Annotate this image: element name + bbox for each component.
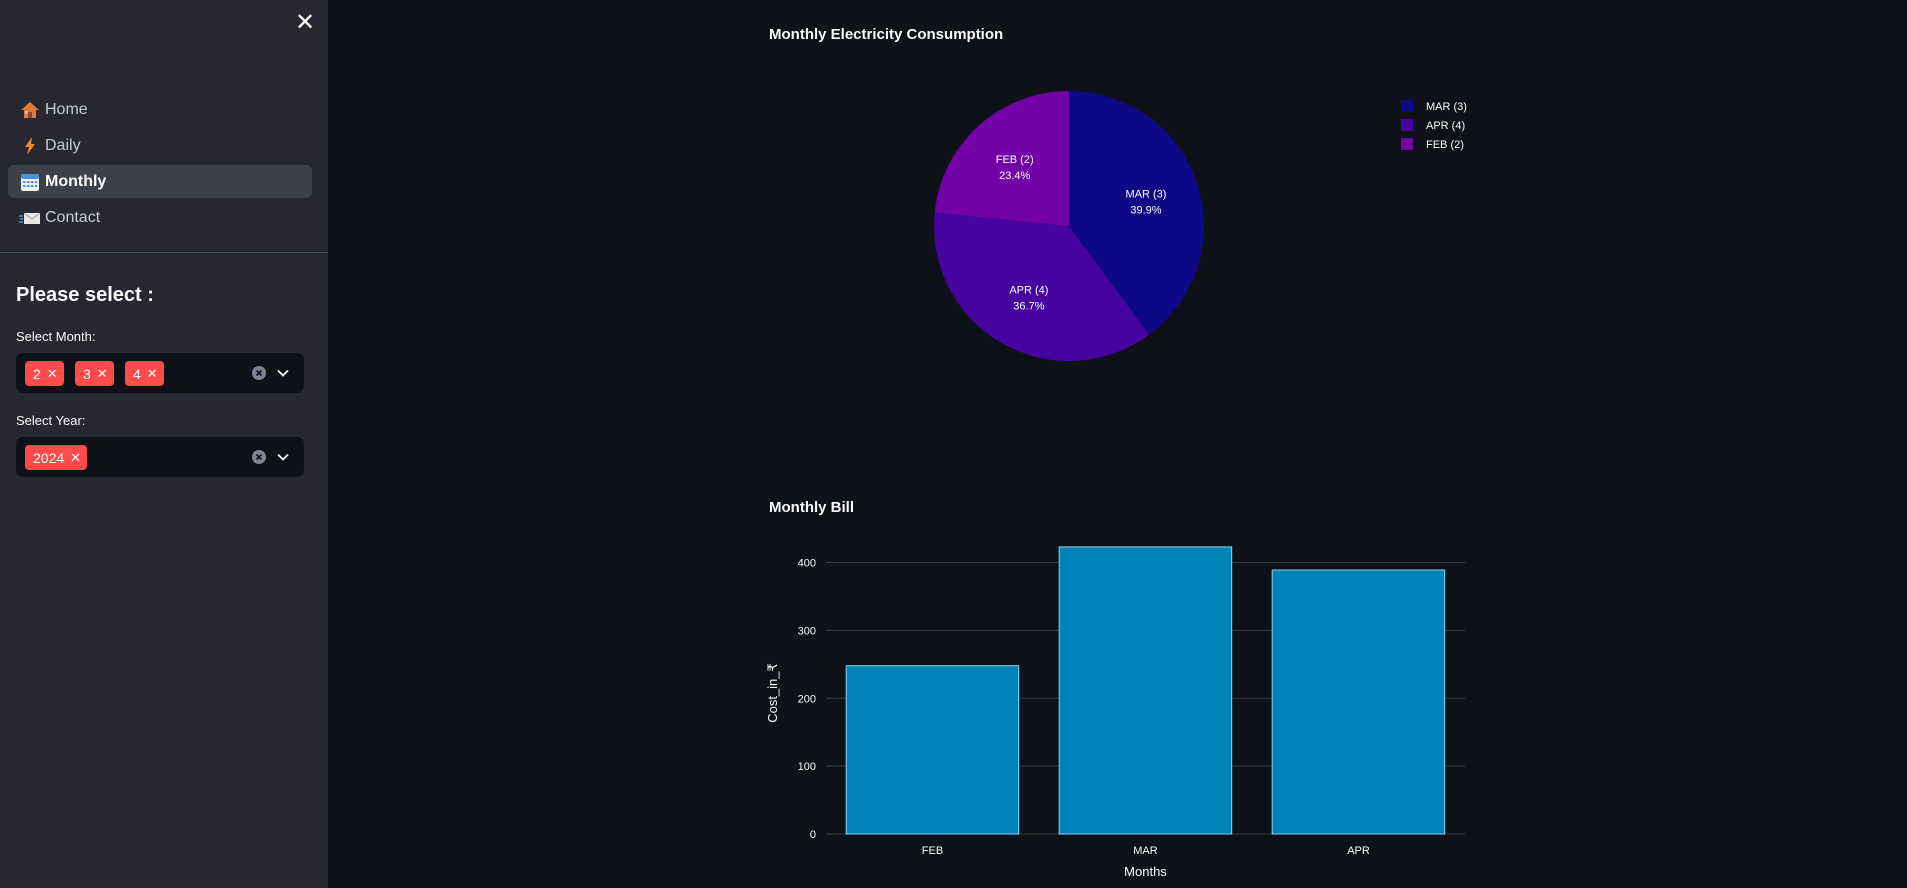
x-tick-label: FEB — [922, 845, 943, 857]
bar-chart[interactable]: 0 100 200 300 400 FEB MAR APR Months Cost_in_₹ — [760, 528, 1480, 888]
filters-title: Please select : — [16, 284, 154, 306]
envelope-icon — [19, 208, 41, 228]
clear-all-icon[interactable] — [252, 366, 266, 380]
pie-chart-title: Monthly Electricity Consumption — [769, 26, 1004, 43]
y-axis-label: Cost_in_₹ — [765, 663, 780, 723]
sidebar-item-monthly[interactable]: Monthly — [8, 165, 312, 198]
x-tick-label: MAR — [1133, 845, 1158, 857]
sidebar-item-label: Monthly — [45, 172, 107, 190]
pie-chart[interactable]: MAR (3) 39.9% APR (4) 36.7% FEB (2) 23.4% MAR … — [769, 60, 1489, 390]
remove-tag-icon[interactable]: ✕ — [97, 366, 108, 382]
legend-swatch[interactable] — [1401, 138, 1413, 150]
slice-label: MAR (3) — [1126, 189, 1167, 201]
slice-percent: 23.4% — [999, 170, 1030, 182]
slice-percent: 39.9% — [1130, 205, 1161, 217]
bar-chart-title: Monthly Bill — [769, 499, 854, 516]
year-tag[interactable]: 2024 ✕ — [25, 445, 88, 470]
y-tick-label: 300 — [798, 625, 816, 637]
close-icon[interactable]: ✕ — [292, 10, 318, 36]
y-tick-label: 0 — [810, 829, 816, 841]
house-icon — [19, 100, 41, 120]
month-multiselect[interactable]: 2 ✕ 3 ✕ 4 ✕ — [16, 353, 304, 393]
sidebar-item-home[interactable]: Home — [8, 93, 312, 126]
lightning-icon — [19, 136, 41, 156]
sidebar-item-label: Daily — [45, 136, 81, 154]
bar[interactable] — [1271, 569, 1446, 835]
sidebar-nav: Home Daily Monthly Contact — [8, 93, 312, 237]
legend-label[interactable]: FEB (2) — [1426, 139, 1464, 151]
month-tag[interactable]: 3 ✕ — [75, 361, 114, 386]
month-tag[interactable]: 2 ✕ — [25, 361, 64, 386]
calendar-icon — [19, 172, 41, 192]
sidebar-item-label: Home — [45, 100, 88, 118]
sidebar-item-label: Contact — [45, 208, 101, 226]
sidebar: ✕ Home Daily Monthly Contact Please sele… — [0, 0, 328, 888]
clear-all-icon[interactable] — [252, 450, 266, 464]
year-select-label: Select Year: — [16, 413, 86, 428]
bar[interactable] — [845, 665, 1020, 835]
remove-tag-icon[interactable]: ✕ — [70, 450, 81, 466]
sidebar-item-contact[interactable]: Contact — [8, 201, 312, 234]
month-select-label: Select Month: — [16, 329, 96, 344]
remove-tag-icon[interactable]: ✕ — [47, 366, 58, 382]
slice-percent: 36.7% — [1013, 300, 1044, 312]
x-tick-label: APR — [1347, 845, 1370, 857]
month-tag[interactable]: 4 ✕ — [125, 361, 164, 386]
legend-swatch[interactable] — [1401, 100, 1413, 112]
sidebar-item-daily[interactable]: Daily — [8, 129, 312, 162]
legend-swatch[interactable] — [1401, 119, 1413, 131]
y-tick-label: 200 — [798, 693, 816, 705]
chevron-down-icon[interactable] — [276, 450, 290, 464]
chevron-down-icon[interactable] — [276, 366, 290, 380]
remove-tag-icon[interactable]: ✕ — [147, 366, 158, 382]
year-multiselect[interactable]: 2024 ✕ — [16, 437, 304, 477]
legend-label[interactable]: MAR (3) — [1426, 101, 1467, 113]
slice-label: FEB (2) — [996, 154, 1034, 166]
y-tick-label: 100 — [798, 761, 816, 773]
sidebar-divider — [0, 252, 328, 253]
legend-label[interactable]: APR (4) — [1426, 120, 1465, 132]
bar[interactable] — [1058, 546, 1233, 835]
y-tick-label: 400 — [798, 558, 816, 570]
x-axis-label: Months — [1124, 864, 1167, 879]
slice-label: APR (4) — [1009, 284, 1048, 296]
